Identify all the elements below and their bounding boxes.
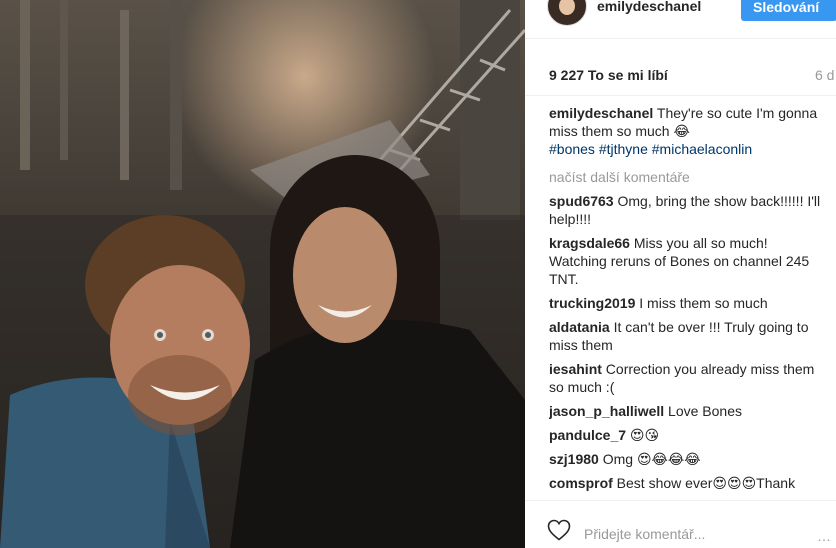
post-photo — [0, 0, 525, 548]
post-side-panel: emilydeschanel Sledování 9 227 To se mi … — [525, 0, 836, 548]
load-more-comments[interactable]: načíst další komentáře — [549, 168, 829, 186]
comment-username[interactable]: iesahint — [549, 361, 602, 377]
comment-username[interactable]: trucking2019 — [549, 295, 635, 311]
comment-text: Love Bones — [664, 403, 742, 419]
caption: emilydeschanel They're so cute I'm gonna… — [549, 104, 829, 158]
comment-item: jason_p_halliwell Love Bones — [549, 402, 829, 420]
comment-text: Omg 😍😂😂😂 — [598, 451, 701, 467]
username-link[interactable]: emilydeschanel — [597, 0, 701, 14]
post-time[interactable]: 6 d — [815, 67, 834, 83]
comment-item: pandulce_7 😍😘 — [549, 426, 829, 444]
comment-item: spud6763 Omg, bring the show back!!!!!! … — [549, 192, 829, 228]
header-divider — [525, 38, 836, 39]
heart-icon[interactable] — [547, 519, 571, 546]
add-comment-input[interactable]: Přidejte komentář... — [584, 526, 705, 542]
hashtag-tjthyne[interactable]: #tjthyne — [599, 141, 648, 157]
hashtag-bones[interactable]: #bones — [549, 141, 595, 157]
comment-username[interactable]: szj1980 — [549, 451, 599, 467]
likes-divider — [525, 95, 836, 96]
comment-username[interactable]: kragsdale66 — [549, 235, 630, 251]
comment-username[interactable]: comsprof — [549, 475, 613, 491]
comment-item: szj1980 Omg 😍😂😂😂 — [549, 450, 829, 468]
comment-item: trucking2019 I miss them so much — [549, 294, 829, 312]
comment-item: aldatania It can't be over !!! Truly goi… — [549, 318, 829, 354]
comment-text: Best show ever😍😍😍Thank — [612, 475, 796, 491]
footer-divider — [525, 500, 836, 501]
comment-item: iesahint Correction you already miss the… — [549, 360, 829, 396]
more-options-icon[interactable]: … — [817, 528, 831, 544]
comment-item: comsprof Best show ever😍😍😍Thank — [549, 474, 829, 492]
comment-username[interactable]: jason_p_halliwell — [549, 403, 664, 419]
comment-username[interactable]: spud6763 — [549, 193, 614, 209]
avatar[interactable] — [547, 0, 587, 26]
hashtag-michaelaconlin[interactable]: #michaelaconlin — [652, 141, 752, 157]
comments-list: emilydeschanel They're so cute I'm gonna… — [549, 104, 829, 500]
comment-username[interactable]: pandulce_7 — [549, 427, 626, 443]
comment-text: 😍😘 — [626, 427, 660, 443]
likes-count[interactable]: 9 227 To se mi líbí — [549, 67, 668, 83]
comment-username[interactable]: aldatania — [549, 319, 610, 335]
comment-text: I miss them so much — [635, 295, 768, 311]
comment-item: kragsdale66 Miss you all so much! Watchi… — [549, 234, 829, 288]
follow-button[interactable]: Sledování — [741, 0, 836, 21]
post-header: emilydeschanel Sledování — [525, 0, 836, 40]
caption-username[interactable]: emilydeschanel — [549, 105, 653, 121]
